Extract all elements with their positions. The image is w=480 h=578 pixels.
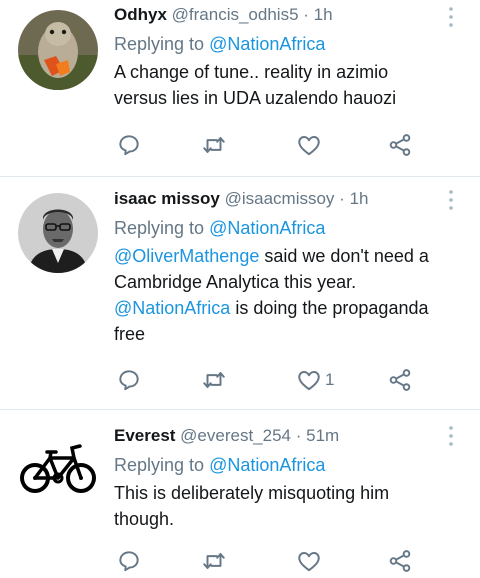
retweet-button[interactable] (201, 365, 227, 395)
reply-icon (116, 548, 142, 574)
timestamp[interactable]: 1h (314, 5, 333, 24)
replying-to-label: Replying to (114, 34, 210, 54)
reply-button[interactable] (116, 130, 142, 160)
mention-link[interactable]: @NationAfrica (114, 298, 230, 318)
user-handle[interactable]: @francis_odhis5 (172, 5, 299, 24)
share-icon (387, 367, 413, 393)
avatar[interactable] (18, 428, 98, 508)
tweet[interactable]: isaac missoy @isaacmissoy · 1h Replying … (0, 177, 480, 409)
timestamp[interactable]: 1h (350, 189, 369, 208)
mention-link[interactable]: @NationAfrica (209, 34, 325, 54)
like-button[interactable] (296, 130, 325, 160)
user-handle[interactable]: @isaacmissoy (225, 189, 335, 208)
like-button[interactable]: 1 (296, 365, 334, 395)
display-name[interactable]: Odhyx (114, 5, 167, 24)
user-handle[interactable]: @everest_254 (180, 426, 291, 445)
more-caret-icon[interactable] (444, 189, 458, 211)
share-button[interactable] (387, 546, 413, 576)
like-icon (296, 132, 322, 158)
like-count: 1 (325, 370, 335, 389)
mention-link[interactable]: @NationAfrica (209, 455, 325, 475)
more-caret-icon[interactable] (444, 425, 458, 447)
separator-dot: · (339, 189, 345, 208)
separator-dot: · (303, 5, 309, 24)
replying-to: Replying to @NationAfrica (114, 453, 440, 477)
reply-icon (116, 132, 142, 158)
separator-dot: · (295, 426, 302, 445)
share-button[interactable] (387, 130, 413, 160)
more-caret-icon[interactable] (444, 6, 458, 28)
share-icon (387, 548, 413, 574)
share-button[interactable] (387, 365, 413, 395)
retweet-button[interactable] (201, 130, 227, 160)
replying-to-label: Replying to (114, 455, 210, 475)
tweet[interactable]: Everest @everest_254 · 51m Replying to @… (0, 410, 480, 578)
mention-link[interactable]: @OliverMathenge (114, 246, 259, 266)
reply-button[interactable] (116, 546, 142, 576)
replying-to: Replying to @NationAfrica (114, 32, 440, 56)
avatar[interactable] (18, 193, 98, 273)
display-name[interactable]: isaac missoy (114, 189, 220, 208)
share-icon (387, 132, 413, 158)
display-name[interactable]: Everest (114, 426, 175, 445)
tweet[interactable]: Odhyx @francis_odhis5 · 1h Replying to @… (0, 0, 480, 176)
tweet-text: This is deliberately misquoting him thou… (114, 483, 390, 529)
like-button[interactable] (296, 546, 325, 576)
like-icon (296, 548, 322, 574)
replying-to-label: Replying to (114, 218, 210, 238)
retweet-icon (201, 132, 227, 158)
reply-icon (116, 367, 142, 393)
reply-button[interactable] (116, 365, 142, 395)
tweet-text: @OliverMathenge said we don't need a Cam… (114, 243, 440, 347)
tweet-text: A change of tune.. reality in azimio ver… (114, 62, 397, 108)
avatar[interactable] (18, 10, 98, 90)
like-icon (296, 367, 322, 393)
retweet-icon (201, 367, 227, 393)
timestamp[interactable]: 51m (306, 426, 339, 445)
mention-link[interactable]: @NationAfrica (209, 218, 325, 238)
retweet-button[interactable] (201, 546, 227, 576)
retweet-icon (201, 548, 227, 574)
replying-to: Replying to @NationAfrica (114, 216, 440, 240)
